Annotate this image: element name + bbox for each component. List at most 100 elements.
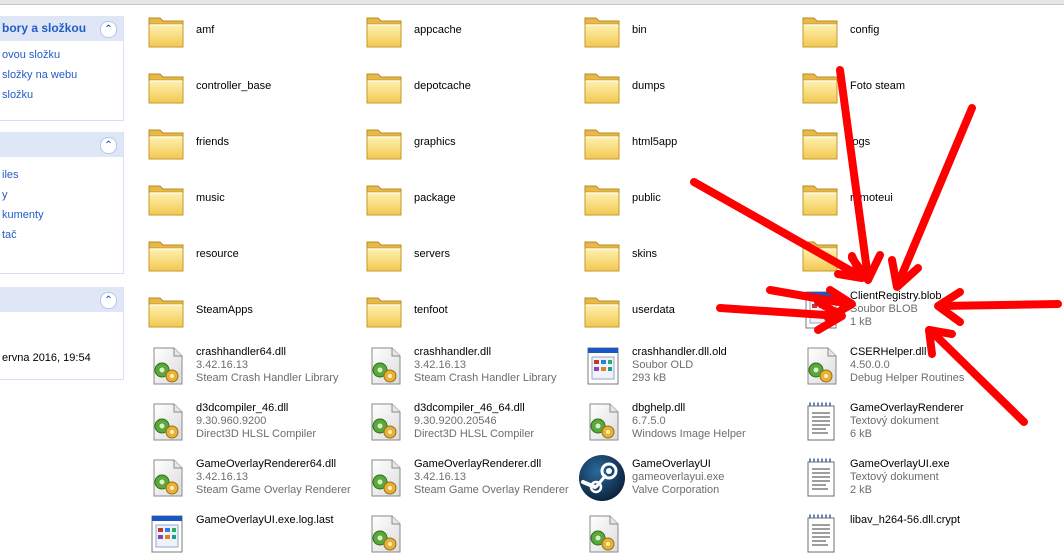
folder-name: userdata: [632, 304, 675, 316]
file-item[interactable]: d3dcompiler_46_64.dll 9.30.9200.20546 Dire…: [358, 392, 572, 444]
dll-icon: [366, 402, 404, 442]
place-link-1[interactable]: iles: [2, 165, 123, 185]
folder-item[interactable]: public: [576, 168, 790, 220]
folder-icon: [366, 180, 404, 220]
folder-item[interactable]: music: [140, 168, 354, 220]
file-item[interactable]: ClientRegistry.blob Soubor BLOB 1 kB: [794, 280, 1008, 332]
folder-item[interactable]: appcache: [358, 0, 572, 52]
folder-item[interactable]: amf: [140, 0, 354, 52]
file-item[interactable]: crashhandler64.dll 3.42.16.13 Steam Crash …: [140, 336, 354, 388]
file-item[interactable]: GameOverlayUI.exe Textový dokument 2 kB: [794, 448, 1008, 500]
folder-item[interactable]: resource: [140, 224, 354, 276]
file-type: 3.42.16.13: [196, 471, 248, 483]
file-size: Steam Game Overlay Renderer: [196, 484, 351, 496]
file-size: Direct3D HLSL Compiler: [414, 428, 535, 440]
file-item[interactable]: [576, 504, 790, 556]
folder-icon: [366, 124, 404, 164]
file-name: GameOverlayRenderer: [850, 402, 964, 414]
generic-file-icon: [802, 290, 840, 330]
folder-name: graphics: [414, 136, 456, 148]
dll-icon: [584, 514, 622, 554]
folder-item[interactable]: bin: [576, 0, 790, 52]
file-size: Steam Game Overlay Renderer: [414, 484, 569, 496]
file-name: GameOverlayUI: [632, 458, 711, 470]
folder-item[interactable]: logs: [794, 112, 1008, 164]
file-type: 6.7.5.0: [632, 415, 666, 427]
file-type: 9.30.9200.20546: [414, 415, 497, 427]
folder-name: amf: [196, 24, 215, 36]
file-type: gameoverlayui.exe: [632, 471, 725, 483]
folder-icon: [148, 180, 186, 220]
task-link-share-folder[interactable]: složku: [2, 85, 123, 105]
file-name: GameOverlayRenderer.dll: [414, 458, 542, 470]
folder-item[interactable]: graphics: [358, 112, 572, 164]
file-item[interactable]: GameOverlayRenderer Textový dokument 6 kB: [794, 392, 1008, 444]
file-item[interactable]: dbghelp.dll 6.7.5.0 Windows Image Helper: [576, 392, 790, 444]
folder-item[interactable]: friends: [140, 112, 354, 164]
file-name: GameOverlayRenderer64.dll: [196, 458, 337, 470]
file-item[interactable]: d3dcompiler_46.dll 9.30.960.9200 Direct3D …: [140, 392, 354, 444]
folder-name: Foto steam: [850, 80, 906, 92]
file-size: Windows Image Helper: [632, 428, 746, 440]
folder-item[interactable]: Foto steam: [794, 56, 1008, 108]
double-chevron-up-icon[interactable]: ⌃: [100, 292, 117, 309]
details-header[interactable]: ⌃: [0, 287, 123, 312]
file-item[interactable]: GameOverlayUI.exe.log.last: [140, 504, 354, 556]
file-size: Steam Crash Handler Library: [196, 372, 339, 384]
folder-item[interactable]: servers: [358, 224, 572, 276]
folder-item[interactable]: controller_base: [140, 56, 354, 108]
folder-name: depotcache: [414, 80, 471, 92]
place-link-2[interactable]: y: [2, 185, 123, 205]
file-name: ClientRegistry.blob: [850, 290, 942, 302]
file-tasks-title: bory a složkou: [2, 21, 87, 35]
file-type: 9.30.960.9200: [196, 415, 267, 427]
generic-file-icon: [148, 514, 186, 554]
file-type: Soubor OLD: [632, 359, 694, 371]
file-list-view: amf appcache bin config controller_base …: [140, 0, 1064, 553]
file-item[interactable]: CSERHelper.dll 4.50.0.0 Debug Helper Routi…: [794, 336, 1008, 388]
file-item[interactable]: crashhandler.dll.old Soubor OLD 293 kB: [576, 336, 790, 388]
folder-icon: [584, 12, 622, 52]
task-link-publish-web[interactable]: složky na webu: [2, 65, 123, 85]
dll-icon: [148, 402, 186, 442]
file-tasks-header[interactable]: bory a složkou ⌃: [0, 16, 123, 41]
file-item[interactable]: crashhandler.dll 3.42.16.13 Steam Crash Ha…: [358, 336, 572, 388]
folder-item[interactable]: dumps: [576, 56, 790, 108]
file-item[interactable]: GameOverlayRenderer64.dll 3.42.16.13 Steam…: [140, 448, 354, 500]
place-link-computer[interactable]: tač: [2, 225, 123, 245]
folder-item[interactable]: SteamApps: [140, 280, 354, 332]
folder-icon: [366, 292, 404, 332]
task-link-new-folder[interactable]: ovou složku: [2, 45, 123, 65]
folder-name: html5app: [632, 136, 678, 148]
folder-item[interactable]: config: [794, 0, 1008, 52]
file-name: CSERHelper.dll: [850, 346, 927, 358]
folder-item[interactable]: userdata: [576, 280, 790, 332]
folder-item[interactable]: skins: [576, 224, 790, 276]
file-size: Direct3D HLSL Compiler: [196, 428, 317, 440]
folder-item[interactable]: remoteui: [794, 168, 1008, 220]
file-item[interactable]: [358, 504, 572, 556]
folder-item[interactable]: html5app: [576, 112, 790, 164]
folder-icon: [584, 124, 622, 164]
text-document-icon: [802, 514, 840, 554]
double-chevron-up-icon[interactable]: ⌃: [100, 137, 117, 154]
folder-item[interactable]: depotcache: [358, 56, 572, 108]
folder-icon: [366, 68, 404, 108]
folder-item[interactable]: package: [358, 168, 572, 220]
other-places-header[interactable]: ⌃: [0, 132, 123, 157]
place-link-documents[interactable]: kumenty: [2, 205, 123, 225]
folder-item[interactable]: tenfoot: [358, 280, 572, 332]
folder-name: servers: [414, 248, 451, 260]
folder-icon: [148, 12, 186, 52]
folder-icon: [584, 180, 622, 220]
folder-icon: [802, 180, 840, 220]
folder-item[interactable]: [794, 224, 1008, 276]
folder-name: package: [414, 192, 456, 204]
file-item[interactable]: libav_h264-56.dll.crypt: [794, 504, 1008, 556]
double-chevron-up-icon[interactable]: ⌃: [100, 21, 117, 38]
dll-icon: [802, 346, 840, 386]
folder-name: bin: [632, 24, 647, 36]
file-item[interactable]: GameOverlayRenderer.dll 3.42.16.13 Steam G…: [358, 448, 572, 500]
file-item[interactable]: GameOverlayUI gameoverlayui.exe Valve Corp…: [576, 448, 790, 501]
folder-name: SteamApps: [196, 304, 253, 316]
